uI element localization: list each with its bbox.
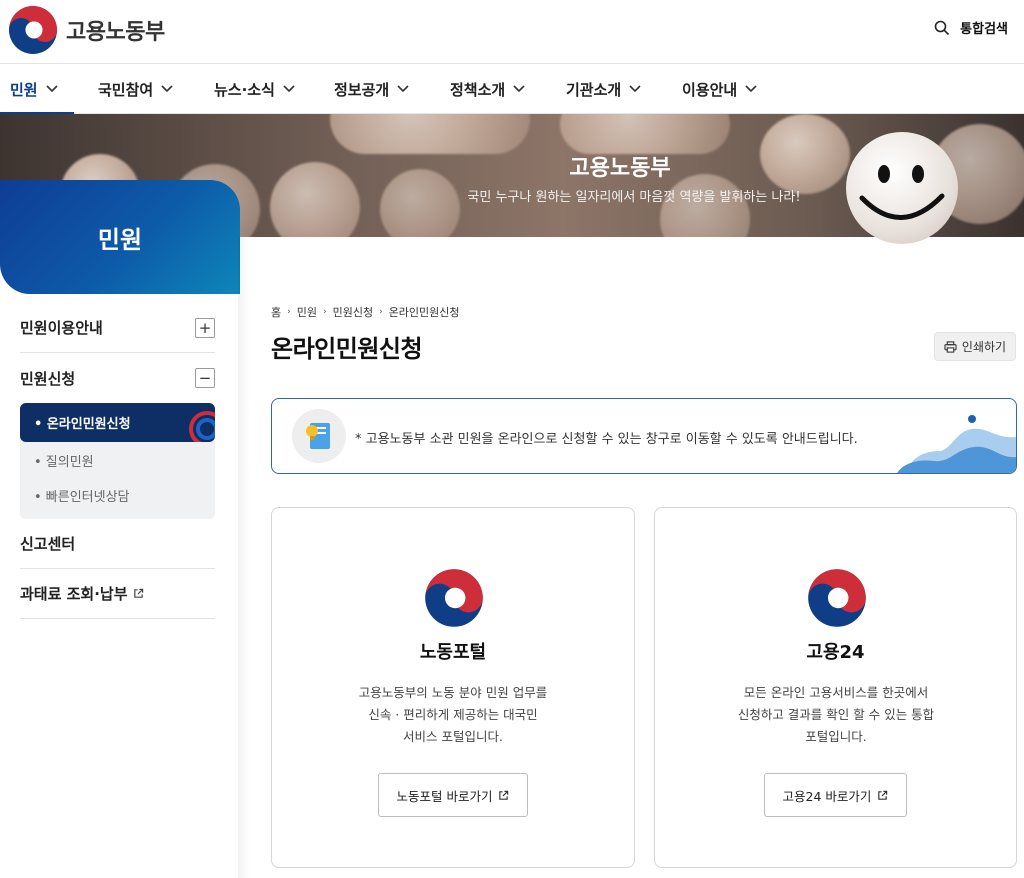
card-description: 모든 온라인 고용서비스를 한곳에서 신청하고 결과를 확인 할 수 있는 통합… xyxy=(695,682,977,748)
taegeuk-emblem-icon xyxy=(808,569,866,627)
breadcrumb-item[interactable]: 민원신청 xyxy=(333,304,373,320)
integrated-search-button[interactable]: 통합검색 xyxy=(934,18,1008,37)
sidebar-subitem-online-application[interactable]: • 온라인민원신청 xyxy=(20,403,215,442)
card-description-line: 고용노동부의 노동 분야 민원 업무를 xyxy=(358,685,548,700)
sidebar-item-application[interactable]: 민원신청 − xyxy=(20,353,215,403)
sidebar-subitem-inquiry[interactable]: • 질의민원 xyxy=(34,451,94,470)
printer-icon xyxy=(944,340,957,353)
gnb-item-participation[interactable]: 국민참여 xyxy=(98,64,173,114)
main-navigation: 민원 국민참여 뉴스·소식 정보공개 정책소개 기관소개 이용안내 xyxy=(0,64,1024,115)
emblem-decoration-icon xyxy=(189,411,215,442)
expand-icon[interactable]: + xyxy=(195,317,215,338)
gnb-item-label: 정책소개 xyxy=(450,80,506,99)
card-description-line: 신속 · 편리하게 제공하는 대국민 xyxy=(368,707,538,722)
sidebar-title: 민원 xyxy=(97,225,143,254)
chevron-down-icon xyxy=(745,85,757,93)
gnb-item-label: 국민참여 xyxy=(98,80,154,99)
top-header: 고용노동부 통합검색 xyxy=(0,0,1024,64)
page-title: 온라인민원신청 xyxy=(271,335,423,363)
print-label: 인쇄하기 xyxy=(961,340,1007,354)
chevron-down-icon xyxy=(397,85,409,93)
chevron-down-icon xyxy=(283,85,295,93)
banner-bokeh xyxy=(560,114,730,154)
card-title: 고용24 xyxy=(806,642,865,663)
card-description-line: 신청하고 결과를 확인 할 수 있는 통합 xyxy=(737,707,935,722)
notice-text: * 고용노동부 소관 민원을 온라인으로 신청할 수 있는 창구로 이동할 수 … xyxy=(355,432,858,447)
chevron-down-icon xyxy=(161,85,173,93)
sidebar-item-label: 과태료 조회·납부 xyxy=(20,585,128,603)
external-link-icon xyxy=(878,790,888,800)
sidebar-item-report-center[interactable]: 신고센터 xyxy=(20,519,215,569)
button-label: 노동포털 바로가기 xyxy=(396,788,493,804)
sidebar-item-label: 신고센터 xyxy=(20,535,76,553)
chevron-down-icon xyxy=(513,85,525,93)
taegeuk-emblem-icon xyxy=(425,569,483,627)
card-description-line: 모든 온라인 고용서비스를 한곳에서 xyxy=(743,685,929,700)
gnb-item-label: 이용안내 xyxy=(682,80,738,99)
gnb-item-label: 기관소개 xyxy=(566,80,622,99)
sidebar-item-fine-payment[interactable]: 과태료 조회·납부 xyxy=(20,569,215,619)
sidebar-subitem-label: • 온라인민원신청 xyxy=(34,417,131,432)
lightbulb-document-icon xyxy=(292,409,346,463)
work24-link-button[interactable]: 고용24 바로가기 xyxy=(764,773,907,817)
card-description-line: 서비스 포털입니다. xyxy=(403,729,503,744)
chevron-right-icon: › xyxy=(379,307,383,317)
gnb-item-minwon[interactable]: 민원 xyxy=(0,64,74,115)
print-button[interactable]: 인쇄하기 xyxy=(934,332,1016,361)
site-logo[interactable]: 고용노동부 xyxy=(8,5,165,55)
card-description: 고용노동부의 노동 분야 민원 업무를 신속 · 편리하게 제공하는 대국민 서… xyxy=(312,682,594,748)
chevron-down-icon xyxy=(46,85,58,93)
sidebar-item-label: 민원이용안내 xyxy=(20,319,103,337)
chevron-down-icon xyxy=(629,85,641,93)
gnb-item-label: 뉴스·소식 xyxy=(214,80,275,99)
service-card-labor-portal: 노동포털 고용노동부의 노동 분야 민원 업무를 신속 · 편리하게 제공하는 … xyxy=(271,507,635,868)
wave-decoration-icon xyxy=(897,415,1016,473)
logo-text: 고용노동부 xyxy=(66,20,165,45)
service-card-work24: 고용24 모든 온라인 고용서비스를 한곳에서 신청하고 결과를 확인 할 수 … xyxy=(654,507,1017,868)
gnb-item-news[interactable]: 뉴스·소식 xyxy=(214,64,295,114)
card-title: 노동포털 xyxy=(419,642,487,663)
chevron-right-icon: › xyxy=(322,307,327,317)
gnb-item-disclosure[interactable]: 정보공개 xyxy=(334,64,409,114)
taegeuk-emblem-icon xyxy=(9,6,57,54)
search-icon xyxy=(934,20,950,35)
search-label: 통합검색 xyxy=(960,22,1008,37)
card-description-line: 포털입니다. xyxy=(805,729,867,744)
sidebar-divider xyxy=(238,237,250,878)
banner-bokeh xyxy=(330,114,530,154)
breadcrumb-item[interactable]: 민원 xyxy=(297,304,317,320)
external-link-icon xyxy=(499,790,509,800)
external-link-icon xyxy=(133,588,143,598)
gnb-item-policy[interactable]: 정책소개 xyxy=(450,64,525,114)
sidebar-item-guide[interactable]: 민원이용안내 + xyxy=(20,303,215,353)
breadcrumb: 홈 › 민원 › 민원신청 › 온라인민원신청 xyxy=(271,304,460,320)
notice-box: * 고용노동부 소관 민원을 온라인으로 신청할 수 있는 창구로 이동할 수 … xyxy=(271,398,1017,474)
gnb-item-label: 정보공개 xyxy=(334,80,390,99)
button-label: 고용24 바로가기 xyxy=(782,788,872,804)
sidebar-subitem-quick-consult[interactable]: • 빠른인터넷상담 xyxy=(34,486,130,505)
breadcrumb-home[interactable]: 홈 xyxy=(271,304,281,320)
sidebar-title-box: 민원 xyxy=(0,180,240,294)
chevron-right-icon: › xyxy=(287,307,291,317)
banner-title: 고용노동부 xyxy=(569,156,671,181)
gnb-item-label: 민원 xyxy=(10,80,38,99)
labor-portal-link-button[interactable]: 노동포털 바로가기 xyxy=(378,773,528,817)
gnb-item-guide[interactable]: 이용안내 xyxy=(682,64,757,114)
banner-bokeh xyxy=(660,174,750,237)
sidebar-item-label: 민원신청 xyxy=(20,369,76,388)
gnb-item-organization[interactable]: 기관소개 xyxy=(566,64,641,114)
collapse-icon[interactable]: − xyxy=(195,368,215,388)
breadcrumb-current: 온라인민원신청 xyxy=(388,306,460,319)
